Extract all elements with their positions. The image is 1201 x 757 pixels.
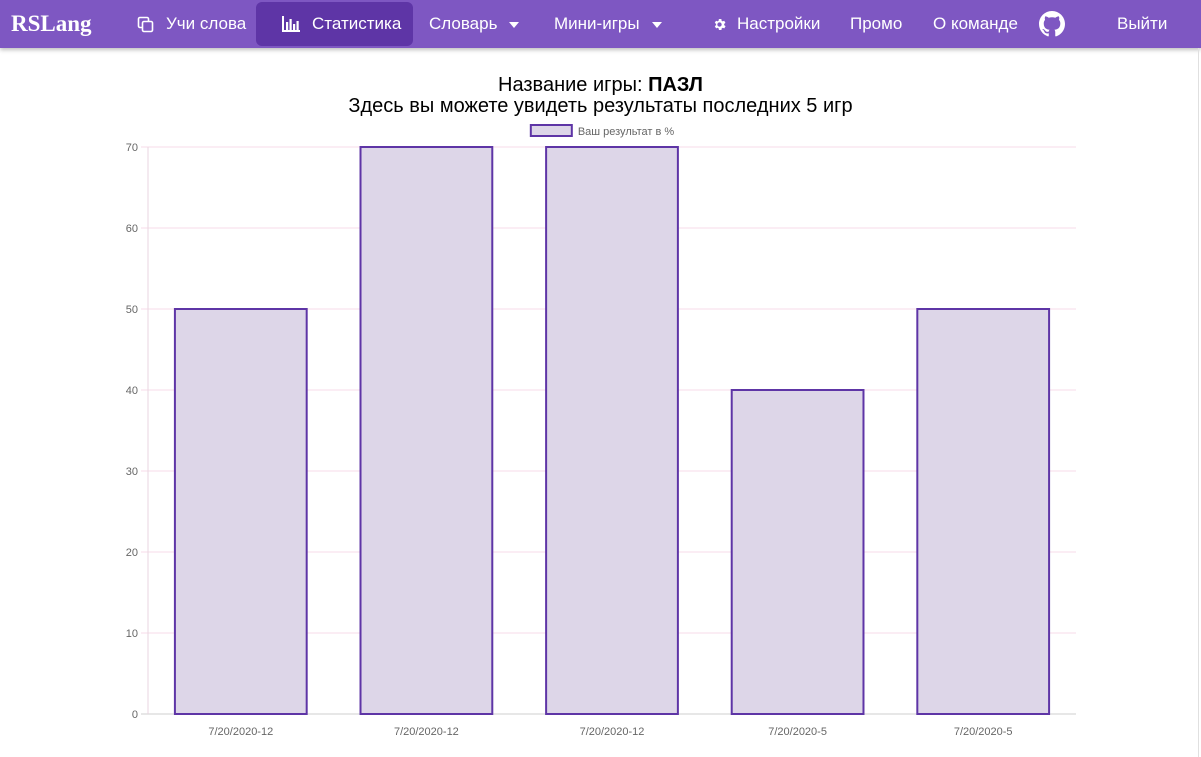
bar — [916, 308, 1051, 715]
nav-promo[interactable]: Промо — [850, 2, 902, 46]
nav-minigames-dropdown[interactable]: Мини-игры — [554, 2, 662, 46]
x-tick-label: 7/20/2020-12 — [394, 726, 459, 738]
x-tick-label: 7/20/2020-12 — [208, 726, 273, 738]
nav-dictionary-dropdown[interactable]: Словарь — [429, 2, 520, 46]
github-icon[interactable] — [1039, 11, 1065, 37]
y-tick-label: 10 — [126, 628, 138, 640]
caret-down-icon — [651, 22, 662, 28]
nav-statistics-label: Статистика — [312, 14, 402, 33]
x-tick-label: 7/20/2020-5 — [768, 726, 827, 738]
bar-chart-icon — [282, 16, 300, 32]
bar — [730, 389, 865, 715]
y-tick-label: 50 — [126, 304, 138, 316]
nav-about-team-label: О команде — [933, 14, 1018, 33]
y-tick-label: 30 — [126, 466, 138, 478]
nav-about-team[interactable]: О команде — [933, 2, 1018, 46]
bar — [545, 146, 679, 715]
y-tick-label: 70 — [126, 142, 138, 154]
legend-swatch — [529, 124, 573, 137]
nav-learn-words-label: Учи слова — [166, 14, 247, 33]
bar — [359, 146, 494, 715]
y-tick-label: 40 — [126, 385, 138, 397]
logout-label: Выйти — [1117, 14, 1168, 33]
logout-button[interactable]: Выйти — [1117, 2, 1167, 46]
x-tick-label: 7/20/2020-5 — [954, 726, 1013, 738]
nav-dictionary-label: Словарь — [429, 14, 498, 33]
nav-minigames-label: Мини-игры — [554, 14, 640, 33]
legend-label: Ваш результат в % — [578, 126, 675, 138]
y-tick-label: 0 — [132, 709, 138, 721]
game-title-label: Название игры: — [498, 74, 649, 96]
copy-icon — [137, 16, 154, 33]
game-name: ПАЗЛ — [648, 74, 703, 96]
nav-settings[interactable]: Настройки — [712, 2, 820, 46]
nav-statistics[interactable]: Статистика — [256, 2, 413, 46]
nav-learn-words[interactable]: Учи слова — [137, 2, 246, 46]
y-tick-label: 20 — [126, 547, 138, 559]
gear-icon — [712, 17, 727, 32]
nav-promo-label: Промо — [850, 14, 903, 33]
x-tick-label: 7/20/2020-12 — [580, 726, 645, 738]
caret-down-icon — [509, 22, 520, 28]
y-tick-label: 60 — [126, 223, 138, 235]
nav-settings-label: Настройки — [737, 14, 821, 33]
results-bar-chart: Ваш результат в % 0 10 20 30 40 50 60 70 7/20/202… — [126, 124, 1076, 738]
bar — [173, 308, 308, 715]
top-navbar: RSLang Учи слова Статистика Словарь Мини… — [0, 0, 1201, 48]
brand-logo[interactable]: RSLang — [11, 11, 92, 37]
